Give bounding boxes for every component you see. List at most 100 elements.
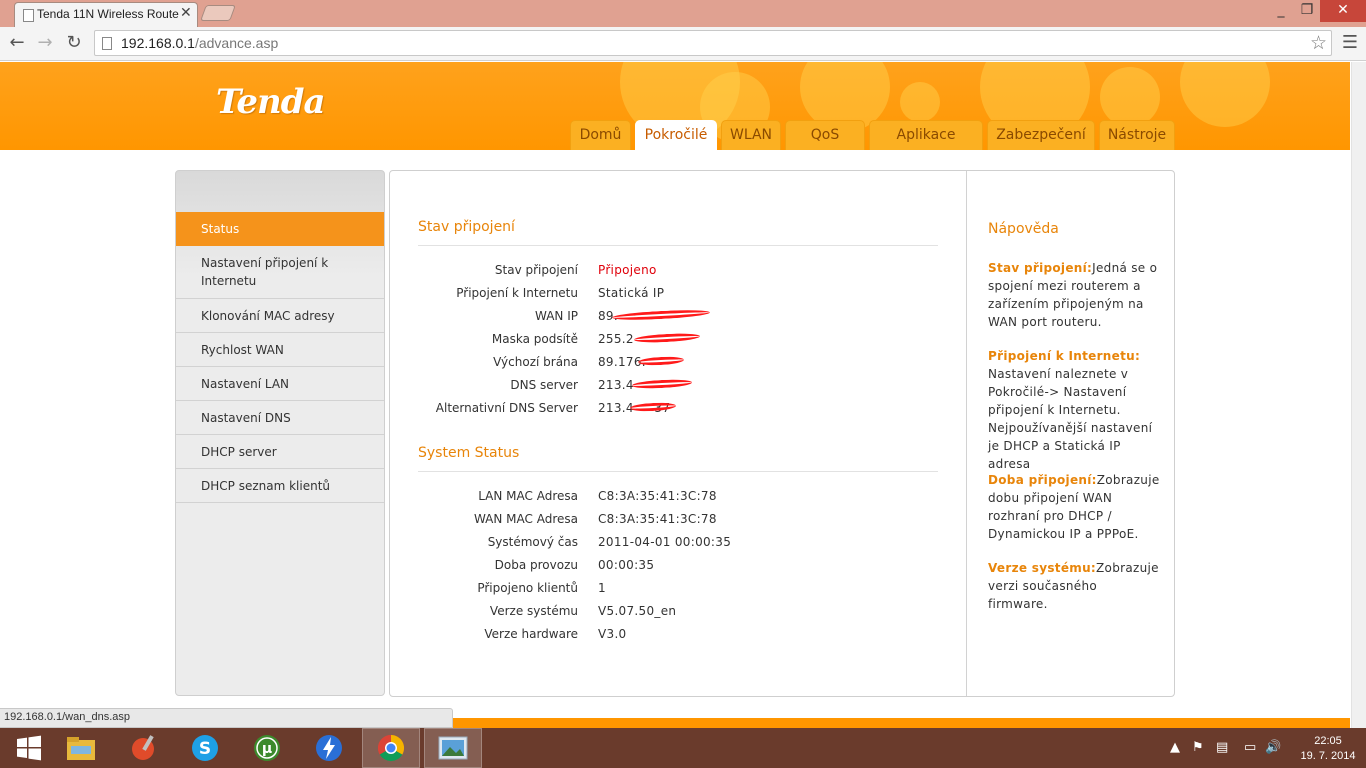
maximize-button[interactable]: ❐ [1294,0,1320,22]
address-bar[interactable]: 192.168.0.1/advance.asp ☆ [94,30,1332,56]
battery-icon[interactable]: ▭ [1244,740,1256,755]
sidebar-item-mac-clone[interactable]: Klonování MAC adresy [176,299,384,333]
header-decoration [1180,62,1270,127]
tab-close-icon[interactable]: ✕ [180,5,192,21]
header-decoration [1100,67,1160,127]
flashget-icon[interactable] [300,728,358,768]
tab-qos[interactable]: QoS [785,120,865,150]
volume-icon[interactable]: 🔊 [1265,740,1281,755]
row-label: Připojeno klientů [477,581,578,595]
page-footer-bar [453,718,1350,728]
row-label: Připojení k Internetu [456,286,578,300]
taskbar: S µ ▲ ⚑ ▤ ▭ 🔊 22:05 19. 7. 2014 [0,728,1366,768]
taskbar-clock[interactable]: 22:05 19. 7. 2014 [1296,734,1360,764]
redaction-scribble [611,308,711,322]
start-windows-icon[interactable] [0,728,58,768]
browser-titlebar: Tenda 11N Wireless Route ✕ _ ❐ ✕ [0,0,1366,27]
clock-date: 19. 7. 2014 [1300,750,1356,762]
row-label: Alternativní DNS Server [435,401,578,415]
help-term: Stav připojení: [988,261,1093,275]
router-header: Tenda Domů Pokročilé WLAN QoS Aplikace Z… [0,62,1350,150]
tab-nastroje[interactable]: Nástroje [1099,120,1175,150]
help-connection-status: Stav připojení:Jedná se o spojení mezi r… [988,259,1160,331]
lan-mac-value: C8:3A:35:41:3C:78 [598,489,717,503]
sidebar-item-dns-settings[interactable]: Nastavení DNS [176,401,384,435]
url-path: /advance.asp [194,35,279,51]
help-connection-time: Doba připojení:Zobrazuje dobu připojení … [988,471,1160,543]
row-label: Výchozí brána [493,355,578,369]
tab-wlan[interactable]: WLAN [721,120,781,150]
section-divider [418,245,938,246]
browser-toolbar: ← → ↻ 192.168.0.1/advance.asp ☆ ☰ [0,27,1366,61]
sidebar-item-status[interactable]: Status [176,212,384,246]
sidebar-item-wan-speed[interactable]: Rychlost WAN [176,333,384,367]
help-text: Nastavení naleznete v Pokročilé-> Nastav… [988,367,1153,471]
tab-domu[interactable]: Domů [570,120,631,150]
file-explorer-icon[interactable] [52,728,110,768]
sidebar: Status Nastavení připojení k Internetu K… [175,170,385,696]
clock-time: 22:05 [1314,735,1342,747]
url-text[interactable]: 192.168.0.1/advance.asp [121,35,278,51]
connection-section-title: Stav připojení [418,219,515,235]
sidebar-item-dhcp-server[interactable]: DHCP server [176,435,384,469]
close-window-button[interactable]: ✕ [1320,0,1366,22]
help-system-version: Verze systému:Zobrazuje verzi současného… [988,559,1160,613]
new-tab-button[interactable] [200,5,236,21]
row-label: WAN MAC Adresa [473,512,578,526]
chevron-up-icon[interactable]: ▲ [1170,740,1180,755]
forward-arrow-icon[interactable]: → [34,32,56,54]
photo-viewer-icon[interactable] [424,728,482,768]
bookmark-star-icon[interactable]: ☆ [1310,32,1327,54]
skype-icon[interactable]: S [176,728,234,768]
row-label: DNS server [510,378,578,392]
flag-icon[interactable]: ⚑ [1192,740,1204,755]
sidebar-item-internet-connection[interactable]: Nastavení připojení k Internetu [176,246,384,299]
tab-pokrocile[interactable]: Pokročilé [635,120,717,150]
svg-text:µ: µ [262,741,272,757]
help-term: Doba připojení: [988,473,1097,487]
url-host: 192.168.0.1 [121,35,195,51]
tenda-logo: Tenda [216,82,326,122]
ccleaner-icon[interactable] [114,728,172,768]
vertical-scrollbar[interactable] [1351,62,1366,728]
uptime-value: 00:00:35 [598,558,655,572]
help-term: Připojení k Internetu: [988,349,1141,363]
row-label: Doba provozu [494,558,578,572]
clients-count-value: 1 [598,581,606,595]
system-section-title: System Status [418,445,520,461]
network-icon[interactable]: ▤ [1216,740,1228,755]
row-label: Stav připojení [494,263,578,277]
page-favicon-icon [23,9,34,22]
connection-status-value: Připojeno [598,263,657,277]
reload-icon[interactable]: ↻ [63,32,85,54]
back-arrow-icon[interactable]: ← [6,32,28,54]
row-label: Verze systému [489,604,578,618]
dns-server-value: 213.4 [598,378,634,392]
tab-aplikace[interactable]: Aplikace [869,120,983,150]
browser-tab[interactable]: Tenda 11N Wireless Route ✕ [14,2,198,27]
sidebar-item-lan-settings[interactable]: Nastavení LAN [176,367,384,401]
help-internet-connection: Připojení k Internetu: Nastavení nalezne… [988,347,1160,473]
utorrent-icon[interactable]: µ [238,728,296,768]
section-divider [418,471,938,472]
sidebar-item-dhcp-clients[interactable]: DHCP seznam klientů [176,469,384,503]
redaction-scribble [631,378,693,390]
system-time-value: 2011-04-01 00:00:35 [598,535,732,549]
redaction-scribble [633,332,701,344]
firmware-version-value: V5.07.50_en [598,604,677,618]
page-icon [102,37,112,50]
help-title: Nápověda [988,221,1059,237]
main-panel: Stav připojení Stav připojení Připojeno … [389,170,1175,697]
row-label: WAN IP [535,309,578,323]
wan-mac-value: C8:3A:35:41:3C:78 [598,512,717,526]
subnet-mask-value: 255.2 [598,332,634,346]
row-label: Verze hardware [484,627,578,641]
connection-type-value: Statická IP [598,286,665,300]
page-viewport: Tenda Domů Pokročilé WLAN QoS Aplikace Z… [0,62,1350,728]
row-label: Systémový čas [487,535,578,549]
row-label: Maska podsítě [491,332,578,346]
tab-zabezpeceni[interactable]: Zabezpečení [987,120,1095,150]
hamburger-menu-icon[interactable]: ☰ [1340,32,1360,53]
chrome-icon[interactable] [362,728,420,768]
minimize-button[interactable]: _ [1268,0,1294,22]
